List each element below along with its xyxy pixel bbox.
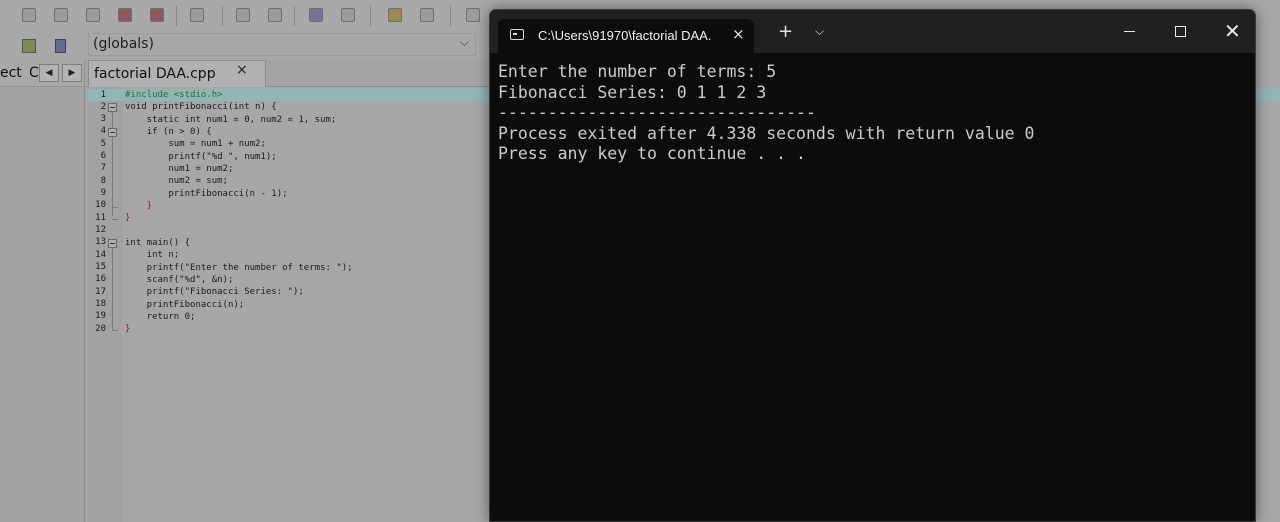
close-window-button[interactable]: ✕ xyxy=(1224,19,1241,43)
scope-dropdown[interactable]: (globals) ⌵ xyxy=(88,33,476,56)
project-panel-tabs: ect C ◀ ▶ xyxy=(0,60,84,87)
chevron-down-icon[interactable]: ⌵ xyxy=(815,24,824,39)
fold-end xyxy=(112,330,118,331)
line-number: 12 xyxy=(95,225,106,235)
line-number: 5 xyxy=(100,139,106,149)
close-file-icon[interactable] xyxy=(150,8,164,22)
file-tab-factorial-daa[interactable]: factorial DAA.cpp × xyxy=(88,60,266,87)
toolbar-more-icon[interactable] xyxy=(466,8,480,22)
line-number: 3 xyxy=(100,114,106,124)
line-number: 7 xyxy=(100,163,106,173)
ide-right-edge xyxy=(1256,0,1280,522)
line-number: 9 xyxy=(100,188,106,198)
open-file-icon[interactable] xyxy=(54,8,68,22)
code-line: if (n > 0) { xyxy=(125,127,212,137)
fold-end xyxy=(112,207,118,208)
terminal-window[interactable]: C:\Users\91970\factorial DAA. × + ⌵ ✕ En… xyxy=(489,9,1256,522)
code-line: static int num1 = 0, num2 = 1, sum; xyxy=(125,115,337,125)
terminal-icon xyxy=(510,29,524,40)
console-line: Enter the number of terms: 5 xyxy=(498,62,777,81)
tab-project[interactable]: ect xyxy=(0,65,22,81)
maximize-button[interactable] xyxy=(1175,26,1186,37)
console-separator: -------------------------------- xyxy=(498,103,816,122)
line-number: 8 xyxy=(100,176,106,186)
code-line: return 0; xyxy=(125,312,196,322)
line-number: 17 xyxy=(95,287,106,297)
code-line: num1 = num2; xyxy=(125,164,234,174)
current-line-highlight-right xyxy=(1256,89,1280,101)
console-line: Press any key to continue . . . xyxy=(498,144,806,163)
terminal-tab-title: C:\Users\91970\factorial DAA. xyxy=(538,28,712,43)
close-icon[interactable]: × xyxy=(236,62,248,78)
terminal-tab[interactable]: C:\Users\91970\factorial DAA. × xyxy=(498,19,754,53)
new-tab-button[interactable]: + xyxy=(778,23,793,41)
save-all-icon[interactable] xyxy=(118,8,132,22)
project-icon[interactable] xyxy=(22,39,36,53)
line-number: 15 xyxy=(95,262,106,272)
code-line: num2 = sum; xyxy=(125,176,228,186)
indent-icon[interactable] xyxy=(309,8,323,22)
line-number: 10 xyxy=(95,200,106,210)
new-file-icon[interactable] xyxy=(22,8,36,22)
editor-tab-bar: factorial DAA.cpp × xyxy=(86,60,490,87)
save-icon[interactable] xyxy=(86,8,100,22)
line-number: 11 xyxy=(95,213,106,223)
line-number: 20 xyxy=(95,324,106,334)
tab-scroll-left-button[interactable]: ◀ xyxy=(39,64,59,82)
tab-classes[interactable]: C xyxy=(29,65,39,81)
redo-icon[interactable] xyxy=(420,8,434,22)
terminal-output[interactable]: Enter the number of terms: 5 Fibonacci Se… xyxy=(498,62,1034,165)
class-icon[interactable] xyxy=(55,39,66,53)
fold-toggle-icon[interactable] xyxy=(108,103,117,112)
code-line: } xyxy=(125,324,131,334)
line-number: 1 xyxy=(100,90,106,100)
close-icon[interactable]: × xyxy=(732,25,745,43)
line-number: 19 xyxy=(95,311,106,321)
code-line: } xyxy=(125,201,153,211)
fold-toggle-icon[interactable] xyxy=(108,239,117,248)
code-line: int main() { xyxy=(125,238,191,248)
fold-guide xyxy=(112,248,113,331)
fold-end xyxy=(112,219,118,220)
fold-toggle-icon[interactable] xyxy=(108,128,117,137)
undo-icon[interactable] xyxy=(388,8,402,22)
terminal-titlebar[interactable]: C:\Users\91970\factorial DAA. × + ⌵ ✕ xyxy=(490,10,1255,53)
code-line: void printFibonacci(int n) { xyxy=(125,102,277,112)
code-line: } xyxy=(125,213,131,223)
chevron-down-icon: ⌵ xyxy=(459,35,469,49)
code-line: scanf("%d", &n); xyxy=(125,275,234,285)
code-line: printFibonacci(n); xyxy=(125,300,245,310)
line-number: 18 xyxy=(95,299,106,309)
code-line: int n; xyxy=(125,250,180,260)
code-line: printFibonacci(n - 1); xyxy=(125,189,288,199)
project-panel: ect C ◀ ▶ xyxy=(0,60,85,522)
code-line: #include <stdio.h> xyxy=(125,90,223,100)
scope-dropdown-value: (globals) xyxy=(93,36,154,52)
print-icon[interactable] xyxy=(190,8,204,22)
minimize-button[interactable] xyxy=(1124,31,1135,32)
line-number: 13 xyxy=(95,237,106,247)
line-number: 2 xyxy=(100,102,106,112)
code-line: printf("%d ", num1); xyxy=(125,152,277,162)
code-line: printf("Enter the number of terms: "); xyxy=(125,263,353,273)
console-line: Process exited after 4.338 seconds with … xyxy=(498,123,1035,143)
unindent-icon[interactable] xyxy=(341,8,355,22)
line-number: 4 xyxy=(100,126,106,136)
replace-icon[interactable] xyxy=(268,8,282,22)
console-line: Fibonacci Series: 0 1 1 2 3 xyxy=(498,82,767,102)
tab-scroll-right-button[interactable]: ▶ xyxy=(62,64,82,82)
find-icon[interactable] xyxy=(236,8,250,22)
line-number: 16 xyxy=(95,274,106,284)
code-line: printf("Fibonacci Series: "); xyxy=(125,287,304,297)
code-line: sum = num1 + num2; xyxy=(125,139,266,149)
line-number: 6 xyxy=(100,151,106,161)
line-number: 14 xyxy=(95,250,106,260)
file-tab-label: factorial DAA.cpp xyxy=(94,66,216,82)
